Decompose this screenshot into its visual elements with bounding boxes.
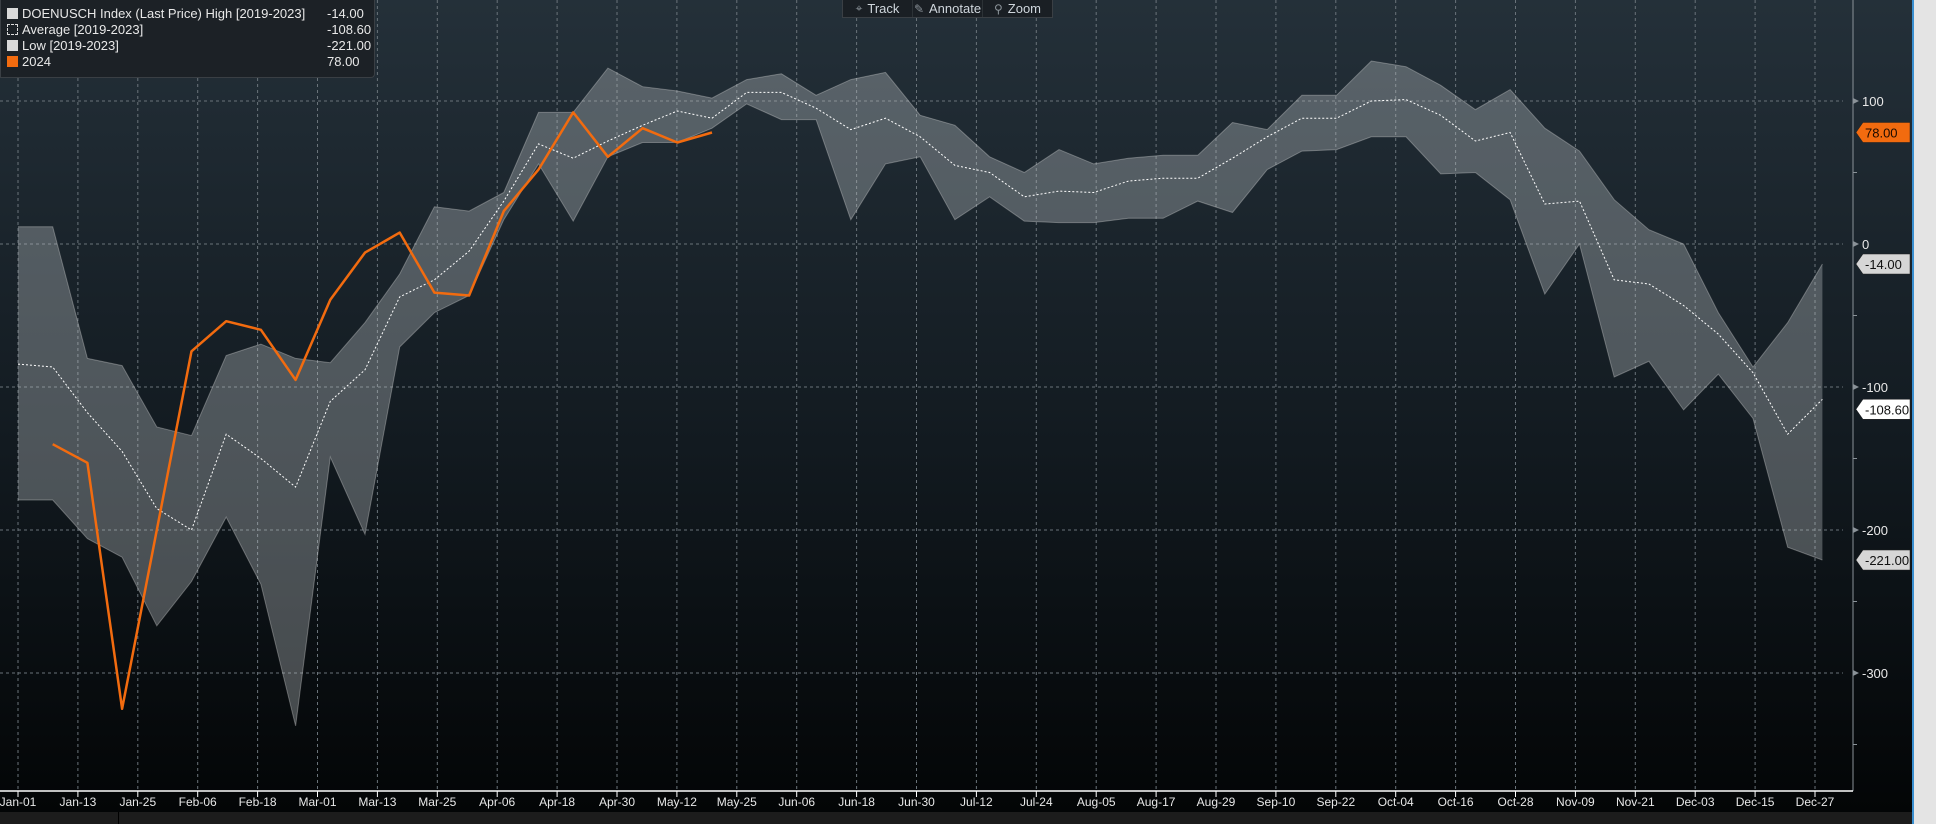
x-tick-label: Aug-05 [1077, 795, 1116, 809]
x-tick-label: Dec-27 [1796, 795, 1835, 809]
legend-swatch-2024 [7, 56, 18, 67]
legend-label: 2024 [22, 54, 51, 69]
last-value-tag-average: -108.60 [1855, 399, 1911, 420]
bottom-bar [0, 812, 1912, 824]
last-value-tag-low: -221.00 [1855, 549, 1911, 571]
tag-label: 78.00 [1865, 125, 1898, 140]
tag-label: -221.00 [1865, 553, 1909, 568]
last-value-tag-2024: 78.00 [1855, 122, 1911, 143]
annotate-label: Annotate [929, 1, 982, 16]
y-tick-label: 100 [1862, 94, 1884, 109]
last-value-tag-high: -14.00 [1855, 253, 1911, 275]
x-tick-label: Nov-09 [1556, 795, 1595, 809]
x-tick-label: Jul-24 [1020, 795, 1053, 809]
legend-item-2024: 2024 78.00 [7, 54, 360, 70]
x-tick-label: Feb-18 [239, 795, 277, 809]
y-tick-label: -200 [1862, 523, 1888, 538]
x-tick-label: Mar-13 [358, 795, 396, 809]
x-tick-label: Aug-29 [1197, 795, 1236, 809]
x-tick-label: Jan-25 [119, 795, 156, 809]
x-tick-label: Sep-10 [1257, 795, 1296, 809]
seasonality-chart[interactable]: Jan-01 Jan-13 Jan-25 Feb-06 Feb-18 Mar-01 Mar-… [0, 0, 1912, 812]
legend-swatch-high [7, 8, 18, 19]
legend-label: DOENUSCH Index (Last Price) High [2019-2… [22, 6, 306, 21]
x-tick-label: Jun-06 [778, 795, 815, 809]
zoom-label: Zoom [1007, 1, 1042, 16]
y-tick-label: 0 [1862, 237, 1869, 252]
x-tick-label: Sep-22 [1316, 795, 1355, 809]
legend-value: -221.00 [327, 38, 372, 53]
x-tick-label: Mar-01 [298, 795, 336, 809]
annotate-button[interactable]: ✎ Annotate [913, 0, 983, 17]
legend-item-high: DOENUSCH Index (Last Price) High [2019-2… [7, 6, 364, 22]
legend: DOENUSCH Index (Last Price) High [2019-2… [0, 0, 375, 78]
pencil-icon: ✎ [913, 1, 924, 16]
x-tick-label: Apr-18 [539, 795, 575, 809]
legend-value: -14.00 [327, 6, 364, 21]
track-button[interactable]: ⌖ Track [843, 0, 913, 17]
x-tick-label: Dec-15 [1736, 795, 1775, 809]
tag-label: -108.60 [1865, 402, 1909, 417]
y-tick-label: -300 [1862, 666, 1888, 681]
x-tick-label: Jan-13 [60, 795, 97, 809]
tag-label: -14.00 [1865, 257, 1902, 272]
x-tick-label: Jun-18 [838, 795, 875, 809]
x-tick-label: Jan-01 [0, 795, 37, 809]
legend-swatch-low [7, 40, 18, 51]
right-panel-edge [1912, 0, 1936, 824]
x-tick-label: Jul-12 [960, 795, 993, 809]
x-tick-label: Dec-03 [1676, 795, 1715, 809]
divider [118, 812, 119, 824]
x-tick-label: Oct-16 [1438, 795, 1474, 809]
x-tick-label: Nov-21 [1616, 795, 1655, 809]
x-tick-label: Oct-28 [1497, 795, 1533, 809]
legend-item-low: Low [2019-2023] -221.00 [7, 38, 371, 54]
x-tick-label: Mar-25 [418, 795, 456, 809]
legend-item-average: Average [2019-2023] -108.60 [7, 22, 371, 38]
legend-label: Low [2019-2023] [22, 38, 119, 53]
zoom-button[interactable]: ⚲ Zoom [983, 0, 1052, 17]
crosshair-icon: ⌖ [855, 1, 863, 15]
x-tick-label: Oct-04 [1378, 795, 1414, 809]
x-tick-label: Apr-06 [479, 795, 515, 809]
x-tick-label: Feb-06 [179, 795, 217, 809]
magnifier-icon: ⚲ [993, 1, 1003, 16]
x-tick-label: Apr-30 [599, 795, 635, 809]
track-label: Track [867, 1, 900, 16]
y-tick-label: -100 [1862, 380, 1888, 395]
x-tick-label: Jun-30 [898, 795, 935, 809]
legend-swatch-average [7, 24, 18, 35]
legend-value: -108.60 [327, 22, 372, 37]
x-tick-label: May-25 [717, 795, 757, 809]
legend-label: Average [2019-2023] [22, 22, 144, 37]
x-tick-label: Aug-17 [1137, 795, 1176, 809]
legend-value: 78.00 [327, 54, 360, 69]
chart-toolbar: ⌖ Track ✎ Annotate ⚲ Zoom [842, 0, 1053, 18]
x-tick-label: May-12 [657, 795, 697, 809]
